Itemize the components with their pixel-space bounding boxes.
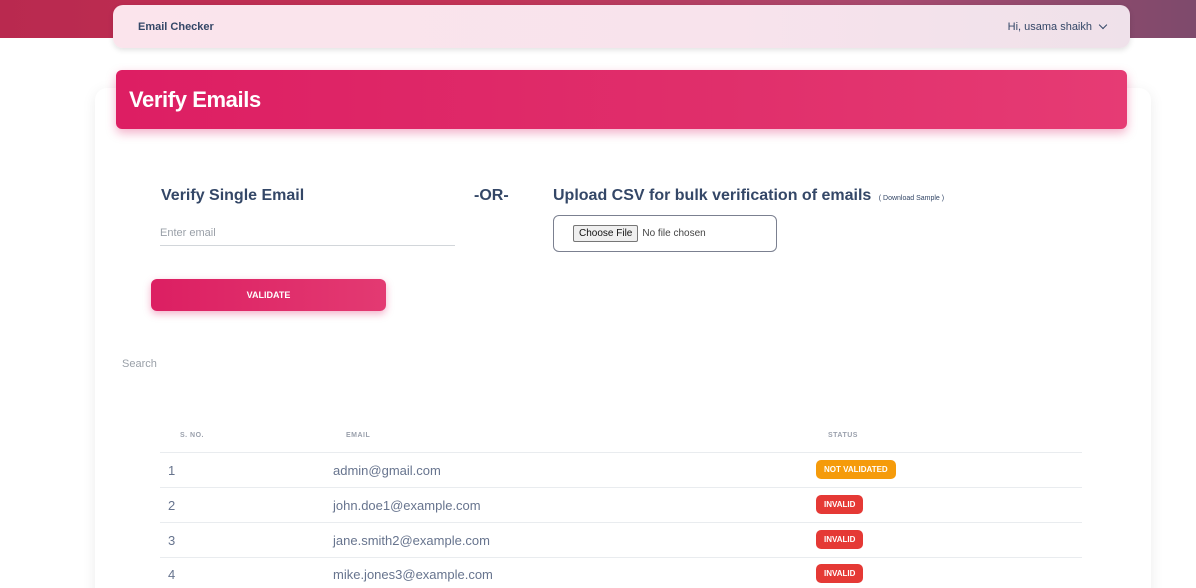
csv-file-input[interactable]: Choose File No file chosen (553, 215, 777, 252)
page-title: Verify Emails (129, 86, 261, 112)
validate-button[interactable]: VALIDATE (151, 279, 386, 311)
row-number: 1 (168, 463, 176, 478)
row-email: john.doe1@example.com (333, 498, 481, 513)
email-input[interactable] (160, 220, 455, 246)
status-badge: INVALID (816, 495, 864, 514)
table-row[interactable]: 1 admin@gmail.com NOT VALIDATED (160, 453, 1082, 488)
table-row[interactable]: 3 jane.smith2@example.com INVALID (160, 523, 1082, 558)
column-header-sno: S. NO. (180, 432, 205, 439)
download-sample-link[interactable]: ( Download Sample ) (879, 195, 944, 202)
column-header-status: STATUS (828, 432, 858, 439)
status-badge: NOT VALIDATED (816, 460, 896, 479)
row-email: mike.jones3@example.com (333, 567, 493, 582)
single-email-title: Verify Single Email (161, 187, 305, 204)
user-greeting: Hi, usama shaikh (1007, 20, 1092, 33)
csv-upload-title: Upload CSV for bulk verification of emai… (553, 187, 944, 205)
csv-upload-title-text: Upload CSV for bulk verification of emai… (553, 187, 872, 204)
row-number: 3 (168, 533, 176, 548)
column-header-email: EMAIL (346, 432, 371, 439)
top-navbar: Email Checker Hi, usama shaikh (113, 5, 1130, 48)
file-status-text: No file chosen (642, 228, 706, 239)
row-number: 4 (168, 567, 176, 582)
search-input[interactable] (122, 355, 342, 373)
status-badge: INVALID (816, 564, 864, 583)
status-badge: INVALID (816, 530, 864, 549)
table-row[interactable]: 2 john.doe1@example.com INVALID (160, 488, 1082, 523)
choose-file-button[interactable]: Choose File (573, 225, 639, 242)
user-menu[interactable]: Hi, usama shaikh (1007, 20, 1108, 33)
brand-name[interactable]: Email Checker (138, 21, 214, 33)
or-separator: -OR- (474, 187, 509, 204)
card-header: Verify Emails (116, 70, 1127, 129)
table-row[interactable]: 4 mike.jones3@example.com INVALID (160, 557, 1082, 588)
row-email: jane.smith2@example.com (333, 533, 490, 548)
row-number: 2 (168, 498, 176, 513)
row-email: admin@gmail.com (333, 463, 441, 478)
chevron-down-icon (1098, 20, 1108, 30)
